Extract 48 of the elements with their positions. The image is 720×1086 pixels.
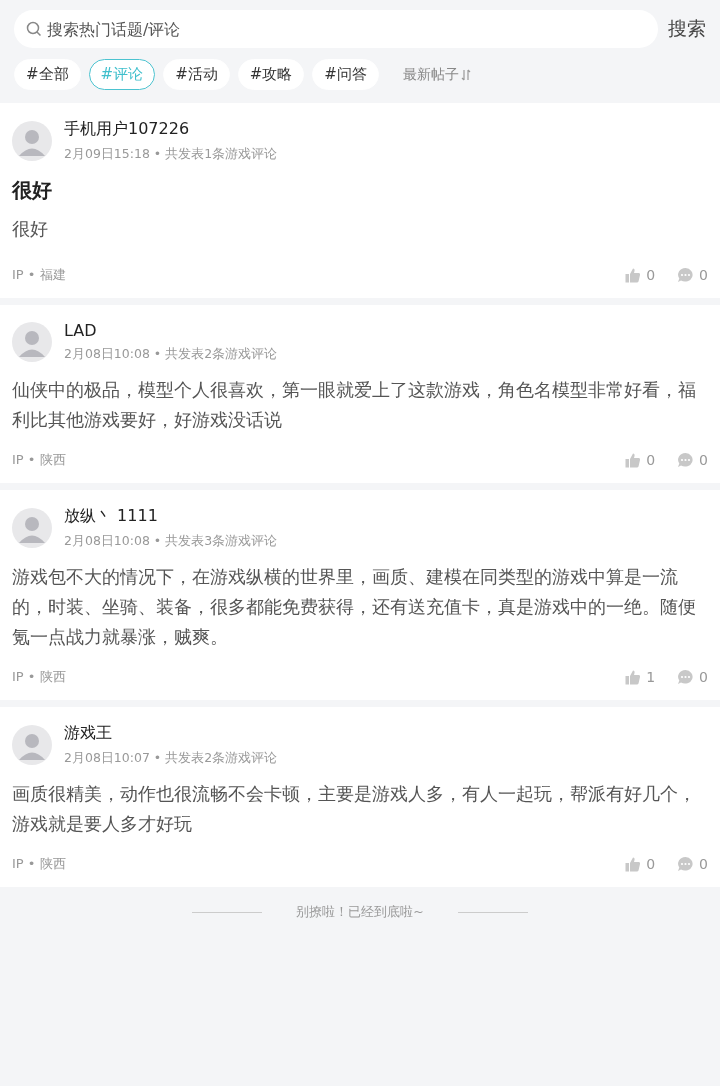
like-button[interactable]: 1 bbox=[625, 669, 656, 685]
search-button[interactable]: 搜索 bbox=[668, 16, 706, 42]
avatar bbox=[12, 121, 52, 161]
thumbs-up-icon bbox=[625, 452, 642, 468]
ip-location: IP • 福建 bbox=[12, 266, 67, 284]
post-content: 画质很精美，动作也很流畅不会卡顿，主要是游戏人多，有人一起玩，帮派有好几个，游戏就是要人多才好玩 bbox=[12, 783, 697, 836]
thumbs-up-icon bbox=[625, 267, 642, 283]
like-button[interactable]: 0 bbox=[625, 856, 656, 872]
ip-location: IP • 陕西 bbox=[12, 855, 67, 873]
sort-button[interactable]: 最新帖子 bbox=[396, 64, 477, 85]
post-meta: 2月08日10:08 • 共发表3条游戏评论 bbox=[64, 533, 278, 550]
ip-location: IP • 陕西 bbox=[12, 668, 67, 686]
comment-icon bbox=[677, 267, 695, 283]
filter-tab[interactable]: #评论 bbox=[88, 59, 156, 90]
ip-location: IP • 陕西 bbox=[12, 451, 67, 469]
comment-icon bbox=[677, 452, 695, 468]
avatar bbox=[12, 508, 52, 548]
post-meta: 2月08日10:07 • 共发表2条游戏评论 bbox=[64, 750, 278, 767]
search-icon bbox=[26, 21, 42, 37]
filter-tab[interactable]: #活动 bbox=[163, 59, 230, 90]
search-field[interactable]: 搜索热门话题/评论 bbox=[14, 10, 658, 48]
comment-icon bbox=[677, 856, 695, 872]
user-name: 放纵丶 1111 bbox=[64, 506, 159, 527]
comment-icon bbox=[677, 669, 695, 685]
user-name: LAD bbox=[64, 321, 98, 340]
comment-button[interactable]: 0 bbox=[677, 452, 708, 468]
avatar bbox=[12, 725, 52, 765]
user-name: 游戏王 bbox=[64, 723, 113, 744]
like-button[interactable]: 0 bbox=[625, 452, 656, 468]
post-meta: 2月08日10:08 • 共发表2条游戏评论 bbox=[64, 346, 278, 363]
post-content: 游戏包不大的情况下，在游戏纵横的世界里，画质、建模在同类型的游戏中算是一流的，时装、坐骑、装备，很多都能免费获得，还有送充值卡，真是游戏中的一绝。随便氪一点战力就暴涨，贼爽。 bbox=[12, 566, 697, 649]
post-content: 很好 bbox=[12, 218, 49, 241]
comment-button[interactable]: 0 bbox=[677, 856, 708, 872]
filter-tab[interactable]: #问答 bbox=[312, 59, 379, 90]
sort-icon bbox=[460, 68, 471, 81]
filter-tab[interactable]: #攻略 bbox=[237, 59, 305, 90]
avatar bbox=[12, 322, 52, 362]
filter-tab[interactable]: #全部 bbox=[14, 59, 81, 90]
user-name: 手机用户107226 bbox=[64, 119, 191, 140]
like-button[interactable]: 0 bbox=[625, 267, 656, 283]
end-of-list-note: 别撩啦！已经到底啦~ bbox=[296, 904, 424, 921]
post-title: 很好 bbox=[12, 177, 53, 204]
thumbs-up-icon bbox=[625, 669, 642, 685]
post-meta: 2月09日15:18 • 共发表1条游戏评论 bbox=[64, 146, 278, 163]
comment-button[interactable]: 0 bbox=[677, 669, 708, 685]
comment-button[interactable]: 0 bbox=[677, 267, 708, 283]
thumbs-up-icon bbox=[625, 856, 642, 872]
post-content: 仙侠中的极品，模型个人很喜欢，第一眼就爱上了这款游戏，角色名模型非常好看，福利比其他游戏要好，好游戏没话说 bbox=[12, 379, 697, 432]
